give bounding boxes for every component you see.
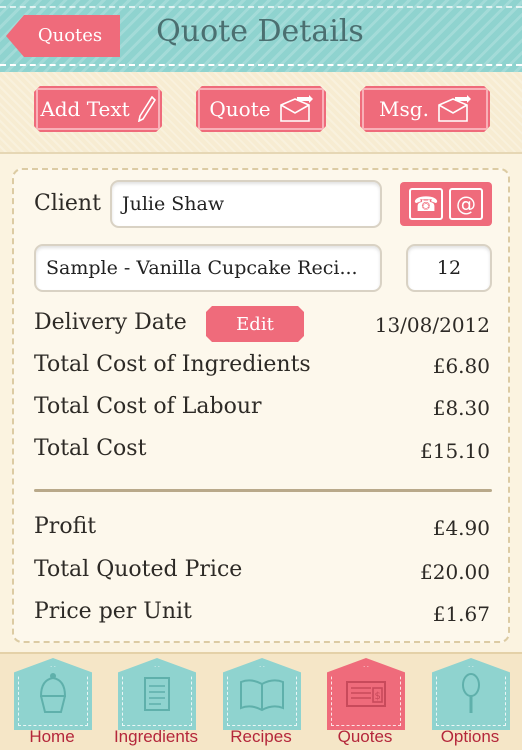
tab-ingredients[interactable]: Ingredients [104,654,208,750]
tab-home[interactable]: Home [0,654,104,750]
recipe-field[interactable]: Sample - Vanilla Cupcake Reci... [34,244,382,292]
tab-recipes-label: Recipes [230,727,292,746]
pencil-icon [138,96,156,122]
quote-label: Quote [209,97,271,121]
tab-bar: Home Ingredients Recipes $ Quotes Option… [0,652,522,750]
delivery-date-value: 13/08/2012 [374,313,490,337]
price-per-unit-value: £1.67 [432,602,490,626]
whisk-icon [432,658,510,730]
phone-icon: ☎ [409,188,443,220]
back-button[interactable]: Quotes [6,15,120,57]
tab-options-label: Options [440,727,500,746]
delivery-date-label: Delivery Date [34,310,187,335]
add-text-label: Add Text [40,97,130,121]
tab-options[interactable]: Options [418,654,522,750]
labour-cost-label: Total Cost of Labour [34,394,262,419]
navigation-bar: Quotes Quote Details [0,0,522,72]
envelope-send-icon [279,95,313,123]
ingredients-cost-label: Total Cost of Ingredients [34,352,311,377]
cupcake-icon [14,658,92,730]
message-button[interactable]: Msg. [360,86,490,132]
total-cost-label: Total Cost [34,436,147,461]
total-cost-value: £15.10 [420,439,490,463]
book-icon [223,658,301,730]
tab-home-label: Home [29,727,75,746]
message-label: Msg. [379,97,429,121]
header-stitch-top [0,6,522,8]
price-per-unit-label: Price per Unit [34,599,192,624]
tab-quotes[interactable]: $ Quotes [313,654,417,750]
email-icon: @ [449,188,483,220]
quoted-price-label: Total Quoted Price [34,557,243,582]
quote-button[interactable]: Quote [196,86,326,132]
client-label: Client [34,191,101,216]
edit-button[interactable]: Edit [206,306,304,342]
quantity-field[interactable]: 12 [406,244,492,292]
notepad-icon [118,658,196,730]
client-field[interactable]: Julie Shaw [110,180,382,228]
add-text-button[interactable]: Add Text [34,86,162,132]
page-title: Quote Details [156,14,364,49]
profit-value: £4.90 [432,516,490,540]
header-stitch [0,64,522,66]
envelope-send-icon [437,95,471,123]
tab-quotes-label: Quotes [337,727,393,746]
svg-text:$: $ [375,691,381,702]
section-divider [34,489,492,492]
tab-recipes[interactable]: Recipes [209,654,313,750]
labour-cost-value: £8.30 [432,396,490,420]
quoted-price-value: £20.00 [420,560,490,584]
tab-ingredients-label: Ingredients [113,727,199,746]
profit-label: Profit [34,514,97,539]
invoice-icon: $ [327,658,405,730]
contact-button[interactable]: ☎ @ [400,182,492,226]
ingredients-cost-value: £6.80 [432,354,490,378]
